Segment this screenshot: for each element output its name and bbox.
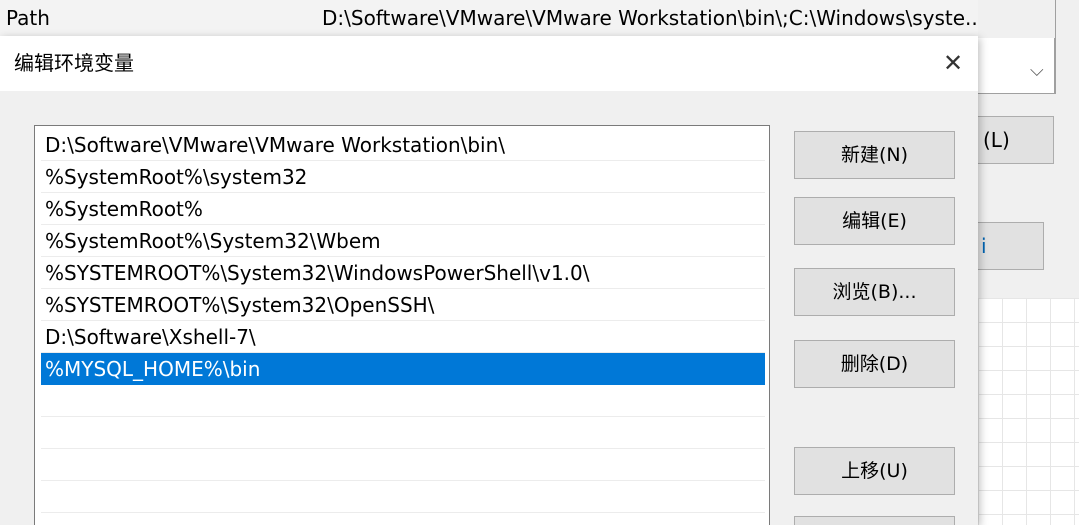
env-var-value: D:\Software\VMware\VMware Workstation\bi… [322,6,985,30]
path-entry[interactable]: %SystemRoot% [41,193,765,225]
path-entry[interactable]: D:\Software\VMware\VMware Workstation\bi… [41,129,765,161]
new-button[interactable]: 新建(N) [794,131,955,179]
close-icon[interactable]: ✕ [930,40,976,86]
path-entry[interactable]: %SYSTEMROOT%\System32\WindowsPowerShell\… [41,257,765,289]
background-frame-line [1055,0,1056,94]
path-entry[interactable]: D:\Software\Xshell-7\ [41,321,765,353]
empty-list-row[interactable] [41,481,765,513]
edit-button[interactable]: 编辑(E) [794,197,955,245]
background-grid [978,298,1079,525]
path-entry-list[interactable]: D:\Software\VMware\VMware Workstation\bi… [34,125,770,525]
dialog-title: 编辑环境变量 [14,51,134,75]
move-down-button[interactable] [794,516,955,525]
empty-list-row[interactable] [41,449,765,481]
path-entry[interactable]: %SYSTEMROOT%\System32\OpenSSH\ [41,289,765,321]
delete-button[interactable]: 删除(D) [794,340,955,388]
dialog-titlebar: 编辑环境变量 ✕ [0,36,978,91]
empty-list-row[interactable] [41,385,765,417]
path-entry[interactable]: %MYSQL_HOME%\bin [41,353,765,385]
edit-env-var-dialog: 编辑环境变量 ✕ D:\Software\VMware\VMware Works… [0,36,978,525]
env-var-name: Path [6,6,50,30]
empty-list-row[interactable] [41,417,765,449]
env-var-row-path[interactable]: Path D:\Software\VMware\VMware Workstati… [0,0,1022,36]
chevron-down-icon[interactable]: ⌵ [1030,60,1044,81]
browse-button[interactable]: 浏览(B)... [794,268,955,316]
path-entry[interactable]: %SystemRoot%\system32 [41,161,765,193]
path-entry[interactable]: %SystemRoot%\System32\Wbem [41,225,765,257]
move-up-button[interactable]: 上移(U) [794,447,955,495]
